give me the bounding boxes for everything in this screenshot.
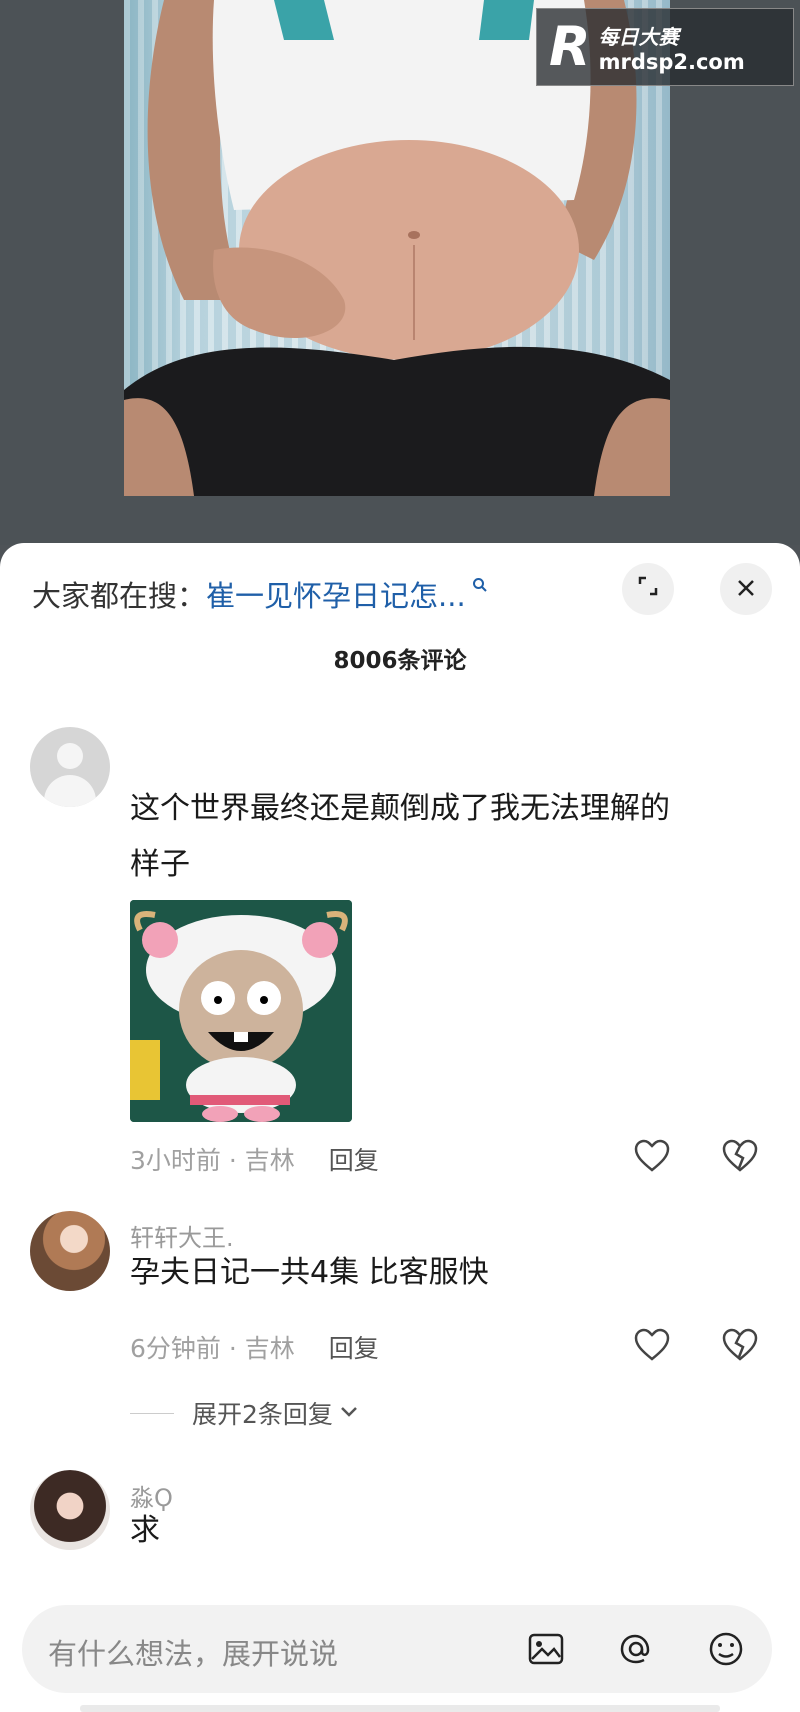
heart-icon[interactable] xyxy=(632,1325,672,1365)
broken-heart-icon[interactable] xyxy=(720,1136,760,1176)
close-button[interactable] xyxy=(720,563,772,615)
divider xyxy=(130,1412,174,1414)
comment-text: 求 xyxy=(130,1513,160,1548)
broken-heart-icon[interactable] xyxy=(720,1325,760,1365)
comment-input-placeholder: 有什么想法，展开说说 xyxy=(48,1637,339,1671)
bottom-strip xyxy=(80,1705,720,1712)
watermark-logo-letter: R xyxy=(549,15,591,78)
comment-time-location: 3小时前 · 吉林 xyxy=(130,1146,295,1175)
watermark-url: mrdsp2.com xyxy=(598,49,745,74)
comment-input[interactable]: 有什么想法，展开说说 xyxy=(22,1605,772,1693)
comment-sticker-image[interactable] xyxy=(130,900,352,1122)
comment-meta: 3小时前 · 吉林 回复 xyxy=(130,1141,379,1177)
trending-search-label: 大家都在搜： xyxy=(32,579,207,613)
video-player[interactable]: R 每日大赛 mrdsp2.com xyxy=(0,0,800,545)
comment-text-line: 这个世界最终还是颠倒成了我无法理解的 xyxy=(130,791,670,826)
close-icon xyxy=(735,573,757,606)
emoji-icon[interactable] xyxy=(702,1625,750,1673)
expand-replies-button[interactable]: 展开2条回复 xyxy=(130,1395,359,1431)
expand-button[interactable] xyxy=(622,563,674,615)
avatar[interactable] xyxy=(30,1470,110,1550)
expand-icon xyxy=(636,574,660,605)
reply-button[interactable]: 回复 xyxy=(329,1141,379,1177)
comment-count: 8006条评论 xyxy=(333,648,467,674)
comment-text: 孕夫日记一共4集 比客服快 xyxy=(130,1255,489,1290)
comment-text: 这个世界最终还是颠倒成了我无法理解的 样子 xyxy=(130,781,750,893)
avatar[interactable] xyxy=(30,727,110,807)
cartoon-sheep-sticker xyxy=(130,900,352,1122)
search-icon xyxy=(472,577,488,598)
comment-text-line: 样子 xyxy=(130,847,190,882)
comment-time-location: 6分钟前 · 吉林 xyxy=(130,1334,295,1363)
comment-panel: 大家都在搜： 崔一见怀孕日记怎... 8006条评论 这个世界最终还是颠倒成了我… xyxy=(0,543,800,1712)
heart-icon[interactable] xyxy=(632,1136,672,1176)
at-icon[interactable] xyxy=(612,1625,660,1673)
reply-button[interactable]: 回复 xyxy=(329,1329,379,1365)
avatar[interactable] xyxy=(30,1211,110,1291)
expand-replies-label: 展开2条回复 xyxy=(192,1400,333,1429)
chevron-down-icon xyxy=(339,1403,359,1424)
comment-meta: 6分钟前 · 吉林 回复 xyxy=(130,1329,379,1365)
site-watermark: R 每日大赛 mrdsp2.com xyxy=(536,8,794,86)
trending-search[interactable]: 大家都在搜： 崔一见怀孕日记怎... xyxy=(32,574,488,614)
trending-search-query[interactable]: 崔一见怀孕日记怎... xyxy=(206,573,466,615)
image-icon[interactable] xyxy=(522,1625,570,1673)
watermark-title: 每日大赛 xyxy=(598,24,679,49)
